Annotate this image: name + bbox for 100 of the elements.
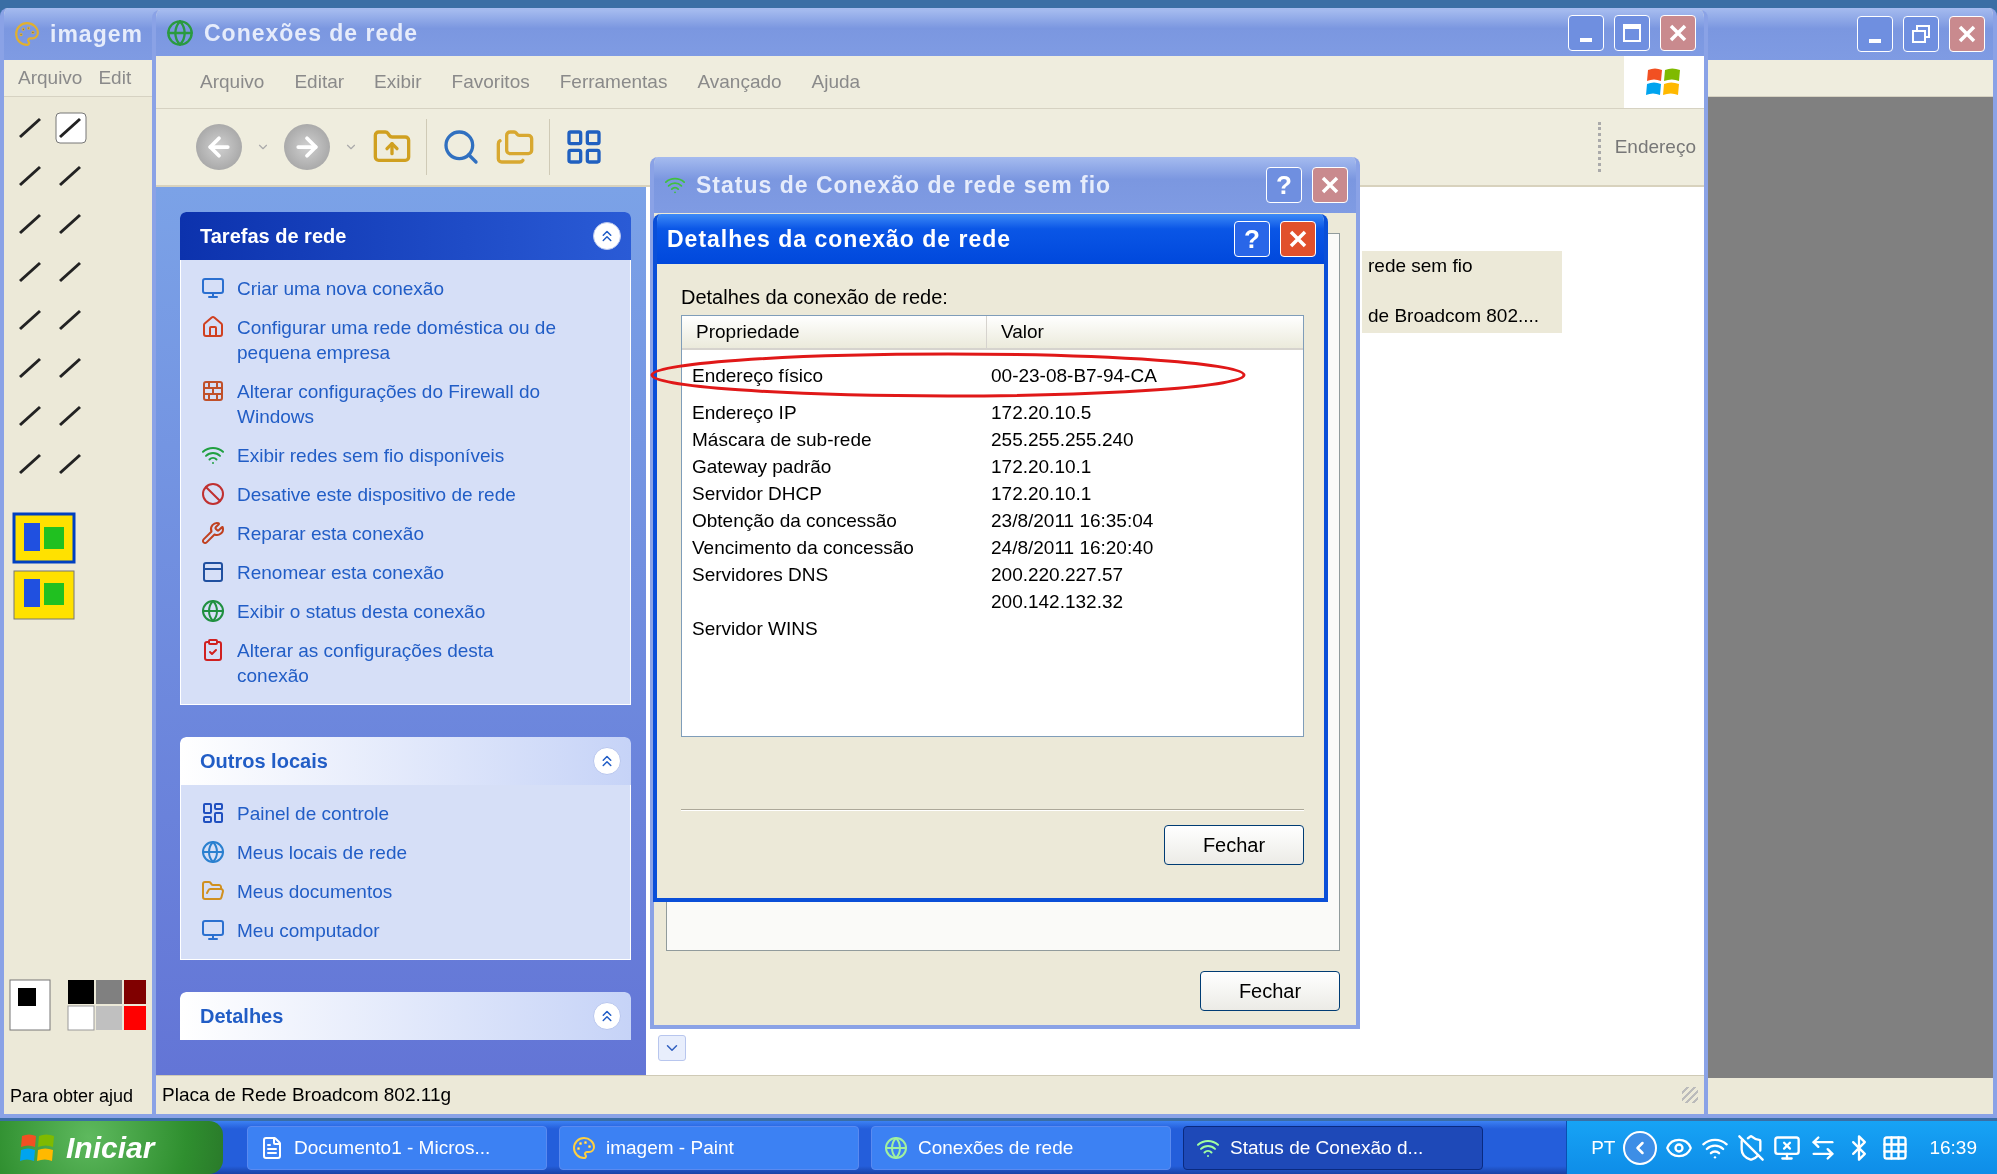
task-link[interactable]: Alterar as configurações desta conexão — [201, 638, 561, 688]
value-cell-text: 23/8/2011 16:35:04 — [991, 509, 1154, 533]
taskbar-button[interactable]: Conexões de rede — [871, 1125, 1171, 1170]
monitor-x-icon[interactable] — [1773, 1133, 1802, 1162]
dialog-title: Status de Conexão de rede sem fio — [696, 171, 1112, 199]
menu-item[interactable]: Editar — [294, 71, 345, 93]
close-dialog-button[interactable]: Fechar — [1200, 971, 1340, 1011]
brick-wall-icon — [201, 379, 225, 403]
panel-title: Detalhes — [200, 1004, 284, 1028]
forward-button[interactable] — [284, 124, 330, 170]
expand-tray-button[interactable] — [1623, 1130, 1658, 1165]
task-link[interactable]: Meus documentos — [201, 879, 561, 904]
panel-header[interactable]: Detalhes — [180, 992, 631, 1040]
network-app-icon — [166, 19, 194, 47]
value-cell-text: 255.255.255.240 — [991, 428, 1134, 452]
back-button[interactable] — [196, 124, 242, 170]
property-cell: Servidor WINS — [692, 618, 818, 639]
monitor-icon — [201, 276, 225, 300]
column-header[interactable]: Propriedade — [682, 316, 987, 348]
property-cell: Obtenção da concessão — [692, 510, 897, 531]
folder-icon — [201, 879, 225, 903]
task-link[interactable]: Meus locais de rede — [201, 840, 561, 865]
menu-item[interactable]: Arquivo — [18, 67, 83, 89]
task-link[interactable]: Meu computador — [201, 918, 561, 943]
property-cell: Gateway padrão — [692, 456, 832, 477]
scroll-down-button[interactable] — [658, 1035, 686, 1061]
panel-header[interactable]: Outros locais — [180, 737, 631, 785]
property-cell: Endereço IP — [692, 402, 797, 423]
start-button[interactable]: Iniciar — [0, 1121, 223, 1174]
minimize-button[interactable] — [1568, 15, 1604, 51]
search-icon[interactable] — [441, 127, 481, 167]
task-link[interactable]: Configurar uma rede doméstica ou de pequena empresa — [201, 315, 561, 365]
close-button[interactable] — [1312, 167, 1348, 203]
menu-item[interactable]: Ajuda — [811, 71, 861, 93]
value-cell-text: 172.20.10.1 — [991, 455, 1092, 479]
details-label: Detalhes da conexão de rede: — [681, 286, 949, 309]
task-link[interactable]: Reparar esta conexão — [201, 521, 561, 546]
close-icon — [1957, 24, 1977, 44]
task-link[interactable]: Exibir redes sem fio disponíveis — [201, 443, 561, 468]
close-button[interactable] — [1660, 15, 1696, 51]
taskbar-button[interactable]: Documento1 - Micros... — [247, 1125, 547, 1170]
maximize-button[interactable] — [1614, 15, 1650, 51]
close-icon — [1320, 175, 1340, 195]
dialog-title: Detalhes da conexão de rede — [667, 225, 1011, 253]
panel-title: Tarefas de rede — [200, 224, 347, 248]
close-icon — [1288, 229, 1308, 249]
minimize-button[interactable] — [1857, 16, 1893, 52]
clock: 16:39 — [1929, 1136, 1977, 1159]
taskbar-button[interactable]: Status de Conexão d... — [1183, 1125, 1483, 1170]
panel-header[interactable]: Tarefas de rede — [180, 212, 631, 260]
property-cell: Servidor DHCP — [692, 483, 822, 504]
task-link[interactable]: Exibir o status desta conexão — [201, 599, 561, 624]
property-cell: Endereço físico — [692, 365, 823, 386]
language-indicator[interactable]: PT — [1591, 1136, 1616, 1159]
value-cell-text: 200.220.227.57 — [991, 563, 1124, 587]
views-icon[interactable] — [564, 127, 604, 167]
task-link[interactable]: Painel de controle — [201, 801, 561, 826]
taskbar-button[interactable]: imagem - Paint — [559, 1125, 859, 1170]
close-icon — [1668, 23, 1688, 43]
task-link[interactable]: Criar uma nova conexão — [201, 276, 561, 301]
folders-icon[interactable] — [495, 127, 535, 167]
status-text: Para obter ajud — [10, 1085, 134, 1107]
wrench-icon — [201, 521, 225, 545]
globe-icon — [201, 599, 225, 623]
window-icon — [201, 560, 225, 584]
close-button[interactable] — [1949, 16, 1985, 52]
connection-item[interactable]: rede sem fio de Broadcom 802.... — [1362, 251, 1562, 333]
collapse-button[interactable] — [593, 747, 621, 775]
menu-item[interactable]: Arquivo — [200, 71, 265, 93]
restore-button[interactable] — [1903, 16, 1939, 52]
column-header[interactable]: Valor — [987, 316, 1303, 348]
minimize-icon — [1580, 38, 1592, 42]
dashboard-icon — [201, 801, 225, 825]
help-button[interactable]: ? — [1266, 167, 1302, 203]
menu-item[interactable]: Avançado — [697, 71, 782, 93]
close-dialog-button[interactable]: Fechar — [1164, 825, 1304, 865]
task-link[interactable]: Desative este dispositivo de rede — [201, 482, 561, 507]
close-button[interactable] — [1280, 221, 1316, 257]
property-cell: Vencimento da concessão — [692, 537, 914, 558]
menu-item[interactable]: Ferramentas — [559, 71, 668, 93]
collapse-button[interactable] — [593, 1002, 621, 1030]
shield-off-icon[interactable] — [1737, 1133, 1766, 1162]
menu-item[interactable]: Favoritos — [451, 71, 530, 93]
property-cell: Máscara de sub-rede — [692, 429, 872, 450]
palette-icon — [572, 1135, 596, 1160]
menu-item[interactable]: Edit — [98, 67, 132, 89]
task-link[interactable]: Renomear esta conexão — [201, 560, 561, 585]
task-link[interactable]: Alterar configurações do Firewall do Windows — [201, 379, 561, 429]
address-label: Endereço — [1597, 122, 1696, 172]
menu-item[interactable]: Exibir — [374, 71, 422, 93]
value-cell-text: 172.20.10.1 — [991, 482, 1092, 506]
globe-icon — [201, 840, 225, 864]
property-cell: Servidores DNS — [692, 564, 829, 585]
resize-grip-icon[interactable] — [1682, 1087, 1698, 1103]
value-cell-text: 172.20.10.5 — [991, 401, 1092, 425]
panel-title: Outros locais — [200, 749, 328, 773]
globe-icon — [884, 1135, 908, 1160]
collapse-button[interactable] — [593, 222, 621, 250]
grid-icon[interactable] — [1881, 1133, 1910, 1162]
help-button[interactable]: ? — [1234, 221, 1270, 257]
